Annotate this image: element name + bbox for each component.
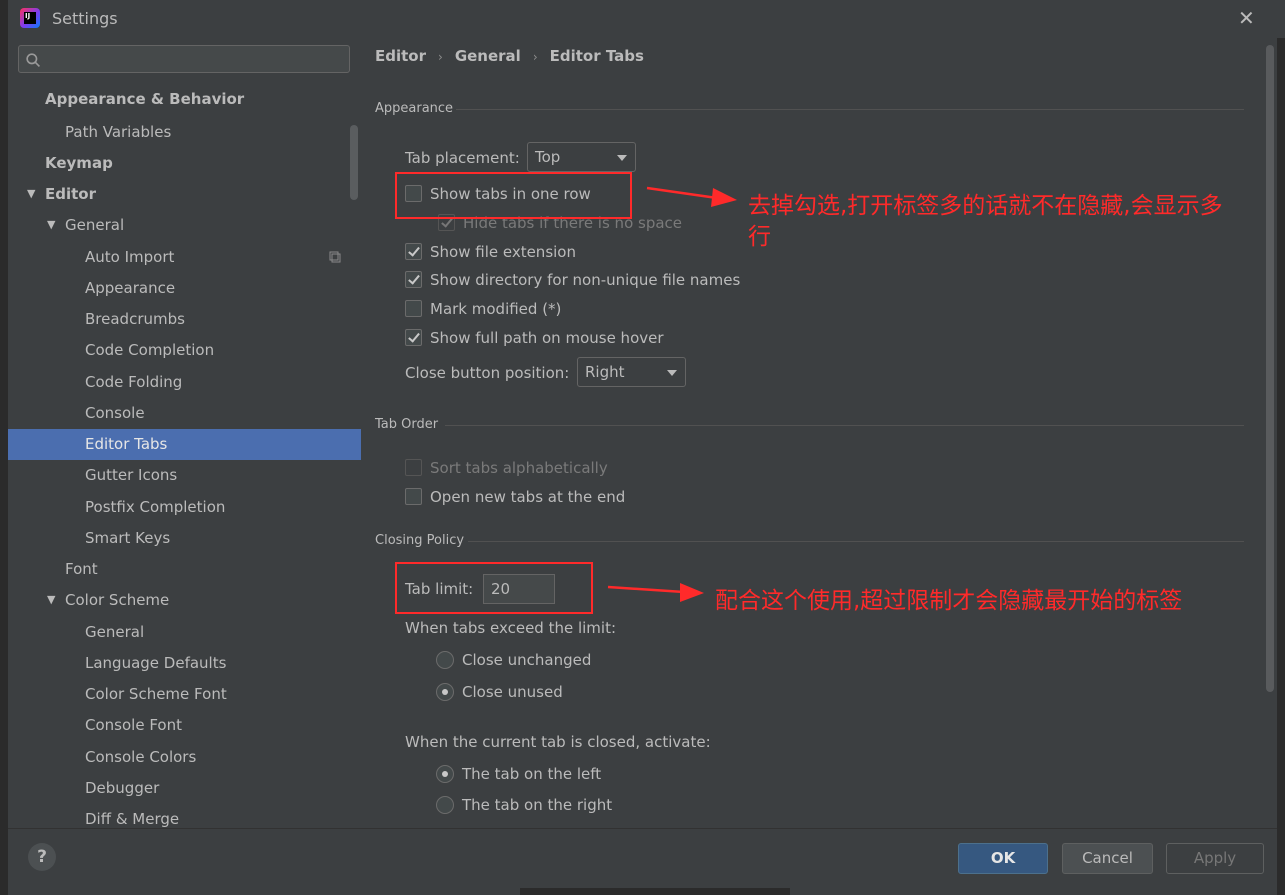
open-tabs-at-end-label[interactable]: Open new tabs at the end (430, 488, 625, 506)
search-icon (26, 53, 40, 67)
sidebar-item-breadcrumbs[interactable]: Breadcrumbs (85, 304, 185, 335)
section-title-closing-policy: Closing Policy (375, 533, 465, 548)
close-unchanged-label[interactable]: Close unchanged (462, 651, 591, 669)
background-window-strip (520, 888, 790, 895)
chevron-right-icon: › (438, 50, 443, 64)
close-icon[interactable]: ✕ (1238, 6, 1255, 30)
sidebar-item-appearance-behavior[interactable]: Appearance & Behavior (45, 84, 244, 115)
sidebar-item-debugger[interactable]: Debugger (85, 773, 159, 804)
sidebar-item-font[interactable]: Font (65, 554, 98, 585)
breadcrumb: Editor › General › Editor Tabs (375, 47, 644, 65)
chevron-down-icon[interactable]: ▼ (47, 593, 55, 606)
section-title-tab-order: Tab Order (375, 417, 439, 432)
window-title: Settings (52, 9, 118, 28)
tab-on-left-label[interactable]: The tab on the left (462, 765, 601, 783)
annotation-note-2: 配合这个使用,超过限制才会隐藏最开始的标签 (715, 588, 1183, 614)
close-unused-label[interactable]: Close unused (462, 683, 563, 701)
search-input[interactable] (18, 45, 350, 73)
exceed-limit-label: When tabs exceed the limit: (405, 619, 617, 637)
section-divider (456, 109, 1244, 110)
open-tabs-at-end-checkbox[interactable] (405, 488, 422, 505)
show-full-path-label[interactable]: Show full path on mouse hover (430, 329, 664, 347)
background-window-edge-right (1277, 0, 1285, 895)
sidebar-item-postfix-completion[interactable]: Postfix Completion (85, 492, 225, 523)
annotation-highlight-box (395, 562, 593, 614)
copy-project-settings-icon (329, 251, 341, 263)
intellij-app-icon: IJ (20, 8, 40, 28)
sidebar-scrollbar[interactable] (350, 125, 358, 200)
sidebar-item-color-scheme-font[interactable]: Color Scheme Font (85, 679, 227, 710)
close-button-position-dropdown[interactable]: Right (577, 357, 686, 387)
show-directory-label[interactable]: Show directory for non-unique file names (430, 271, 740, 289)
tab-placement-value: Top (535, 148, 561, 166)
sidebar-item-general[interactable]: General (65, 210, 124, 241)
sidebar-item-console-font[interactable]: Console Font (85, 710, 182, 741)
section-title-appearance: Appearance (375, 101, 454, 116)
tab-on-right-radio[interactable] (436, 796, 454, 814)
annotation-note-1-continued: 行 (748, 224, 771, 250)
annotation-arrow-icon (607, 583, 704, 602)
sidebar-item-color-scheme-general[interactable]: General (85, 617, 144, 648)
show-full-path-checkbox[interactable] (405, 329, 422, 346)
chevron-down-icon[interactable]: ▼ (27, 187, 35, 200)
ok-button[interactable]: OK (958, 843, 1048, 874)
chevron-down-icon[interactable]: ▼ (47, 218, 55, 231)
mark-modified-checkbox[interactable] (405, 300, 422, 317)
tab-placement-label: Tab placement: (405, 149, 520, 167)
apply-button[interactable]: Apply (1166, 843, 1264, 874)
show-file-extension-label[interactable]: Show file extension (430, 243, 576, 261)
annotation-arrow-icon (646, 186, 737, 207)
annotation-note-1: 去掉勾选,打开标签多的话就不在隐藏,会显示多 (748, 193, 1223, 219)
annotation-highlight-box (395, 172, 632, 219)
tab-on-left-radio[interactable] (436, 765, 454, 783)
sidebar-item-smart-keys[interactable]: Smart Keys (85, 523, 170, 554)
section-divider (468, 541, 1244, 542)
sidebar-item-gutter-icons[interactable]: Gutter Icons (85, 460, 177, 491)
sidebar-item-color-scheme[interactable]: Color Scheme (65, 585, 169, 616)
sidebar-item-editor-tabs[interactable]: Editor Tabs (8, 429, 361, 460)
sidebar-item-path-variables[interactable]: Path Variables (65, 117, 171, 148)
breadcrumb-item: Editor Tabs (549, 47, 644, 65)
title-bar (8, 0, 1285, 38)
dropdown-arrow-icon (617, 155, 627, 161)
activate-on-close-label: When the current tab is closed, activate… (405, 733, 711, 751)
content-scrollbar[interactable] (1266, 45, 1274, 692)
sidebar-item-appearance[interactable]: Appearance (85, 273, 175, 304)
dropdown-arrow-icon (667, 370, 677, 376)
sidebar-item-keymap[interactable]: Keymap (45, 148, 113, 179)
close-unchanged-radio[interactable] (436, 651, 454, 669)
close-button-position-label: Close button position: (405, 364, 570, 382)
breadcrumb-item[interactable]: General (455, 47, 521, 65)
show-directory-checkbox[interactable] (405, 271, 422, 288)
cancel-button[interactable]: Cancel (1062, 843, 1153, 874)
chevron-right-icon: › (532, 50, 538, 64)
sidebar-item-console[interactable]: Console (85, 398, 145, 429)
breadcrumb-item[interactable]: Editor (375, 47, 426, 65)
mark-modified-label[interactable]: Mark modified (*) (430, 300, 561, 318)
show-file-extension-checkbox[interactable] (405, 243, 422, 260)
sidebar-item-auto-import[interactable]: Auto Import (85, 242, 174, 273)
tab-on-right-label[interactable]: The tab on the right (462, 796, 612, 814)
section-divider (445, 425, 1244, 426)
tab-placement-dropdown[interactable]: Top (527, 142, 636, 172)
sidebar-item-code-completion[interactable]: Code Completion (85, 335, 214, 366)
close-unused-radio[interactable] (436, 683, 454, 701)
sidebar-item-language-defaults[interactable]: Language Defaults (85, 648, 226, 679)
sidebar-item-code-folding[interactable]: Code Folding (85, 367, 182, 398)
close-button-position-value: Right (585, 363, 625, 381)
background-window-edge-left (0, 0, 8, 895)
help-button[interactable]: ? (28, 843, 56, 871)
sort-tabs-alphabetically-label: Sort tabs alphabetically (430, 459, 608, 477)
sort-tabs-alphabetically-checkbox[interactable] (405, 459, 422, 476)
sidebar-item-console-colors[interactable]: Console Colors (85, 742, 196, 773)
sidebar-item-diff-merge[interactable]: Diff & Merge (85, 804, 179, 828)
sidebar-item-editor[interactable]: Editor (45, 179, 96, 210)
